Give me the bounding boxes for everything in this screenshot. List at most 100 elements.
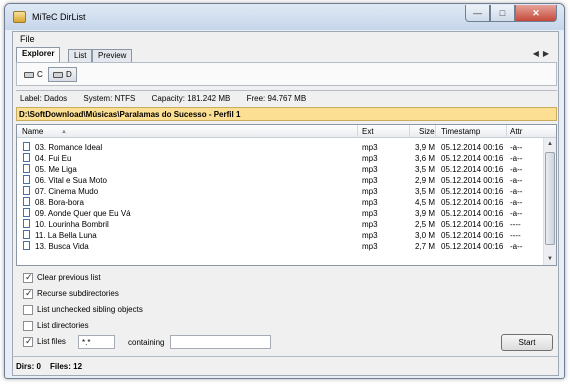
file-icon xyxy=(23,164,30,173)
tab-list[interactable]: List xyxy=(68,49,93,62)
menu-bar: File xyxy=(13,32,558,46)
table-row[interactable]: 03. Romance Ideal mp3 3,9 M 05.12.2014 00:1… xyxy=(17,142,544,153)
cell-timestamp: 05.12.2014 00:16 xyxy=(441,143,504,152)
minimize-button[interactable]: — xyxy=(465,5,490,22)
close-icon: ✕ xyxy=(532,7,540,18)
tab-strip: Explorer List Preview ◀▶ xyxy=(13,47,558,62)
tab-explorer[interactable]: Explorer xyxy=(16,47,61,62)
column-attr[interactable]: Attr xyxy=(510,127,522,136)
cell-timestamp: 05.12.2014 00:16 xyxy=(441,242,504,251)
tab-scroll-right-icon[interactable]: ▶ xyxy=(543,49,553,58)
cell-name: 10. Lourinha Bombril xyxy=(35,220,109,229)
menu-file[interactable]: File xyxy=(20,34,35,44)
cell-ext: mp3 xyxy=(362,143,378,152)
option-list-directories[interactable]: List directories xyxy=(23,320,89,331)
file-mask-input[interactable]: *.* xyxy=(78,335,115,349)
option-list-unchecked-siblings[interactable]: List unchecked sibling objects xyxy=(23,304,143,315)
option-clear-previous-list[interactable]: Clear previous list xyxy=(23,272,101,283)
option-label: Clear previous list xyxy=(37,273,101,282)
column-ext[interactable]: Ext xyxy=(362,127,374,136)
checkbox[interactable] xyxy=(23,320,33,331)
drive-button-c[interactable]: C xyxy=(19,67,48,82)
client-area: File Explorer List Preview ◀▶ C D Label:… xyxy=(12,31,559,376)
file-icon xyxy=(23,241,30,250)
drive-bar: C D xyxy=(16,62,557,86)
cell-size: 3,5 M xyxy=(415,187,436,196)
cell-timestamp: 05.12.2014 00:16 xyxy=(441,231,504,240)
checkbox[interactable] xyxy=(23,272,33,283)
start-button[interactable]: Start xyxy=(501,334,553,351)
tab-preview[interactable]: Preview xyxy=(92,49,133,62)
checkbox[interactable] xyxy=(23,304,33,315)
option-list-files[interactable]: List files xyxy=(23,336,66,347)
sort-ascending-icon: ▲ xyxy=(61,129,67,135)
window-title: MiTeC DirList xyxy=(32,12,86,22)
option-recurse-subdirectories[interactable]: Recurse subdirectories xyxy=(23,288,119,299)
cell-attr: ---- xyxy=(510,231,521,240)
cell-name: 13. Busca Vida xyxy=(35,242,89,251)
table-row[interactable]: 08. Bora-bora mp3 4,5 M 05.12.2014 00:16 -a-… xyxy=(17,197,544,208)
cell-size: 3,6 M xyxy=(415,154,436,163)
cell-size: 4,5 M xyxy=(415,198,436,207)
tab-scroll-arrows: ◀▶ xyxy=(533,49,553,58)
table-row[interactable]: 09. Aonde Quer que Eu Vá mp3 3,9 M 05.12.20… xyxy=(17,208,544,219)
status-dirs: Dirs: 0 xyxy=(16,362,41,371)
drive-label: C xyxy=(37,70,43,79)
cell-ext: mp3 xyxy=(362,209,378,218)
divider xyxy=(16,90,557,91)
scroll-up-icon[interactable]: ▲ xyxy=(544,138,556,150)
file-list[interactable]: Name ▲ Ext Size Timestamp Attr 03. Roman… xyxy=(16,124,557,266)
column-separator[interactable] xyxy=(506,125,507,138)
table-row[interactable]: 11. La Bella Luna mp3 3,0 M 05.12.2014 00:1… xyxy=(17,230,544,241)
column-name[interactable]: Name xyxy=(22,127,43,136)
file-icon xyxy=(23,175,30,184)
list-scrollbar[interactable]: ▲ ▼ xyxy=(543,138,556,265)
drive-button-d[interactable]: D xyxy=(48,67,77,82)
cell-attr: -a-- xyxy=(510,198,523,207)
title-bar[interactable]: MiTeC DirList — □ ✕ xyxy=(5,4,564,30)
column-separator[interactable] xyxy=(357,125,358,138)
close-button[interactable]: ✕ xyxy=(515,5,557,22)
checkbox[interactable] xyxy=(23,288,33,299)
table-row[interactable]: 05. Me Liga mp3 3,5 M 05.12.2014 00:16 -a-- xyxy=(17,164,544,175)
table-row[interactable]: 06. Vital e Sua Moto mp3 2,9 M 05.12.2014 0… xyxy=(17,175,544,186)
file-icon xyxy=(23,219,30,228)
containing-input[interactable] xyxy=(170,335,271,349)
file-icon xyxy=(23,197,30,206)
table-row[interactable]: 07. Cinema Mudo mp3 3,5 M 05.12.2014 00:16-… xyxy=(17,186,544,197)
drive-icon xyxy=(24,71,34,78)
scroll-thumb[interactable] xyxy=(545,152,555,245)
column-separator[interactable] xyxy=(435,125,436,138)
cell-timestamp: 05.12.2014 00:16 xyxy=(441,187,504,196)
drive-icon xyxy=(53,71,63,78)
cell-name: 09. Aonde Quer que Eu Vá xyxy=(35,209,131,218)
cell-name: 08. Bora-bora xyxy=(35,198,84,207)
table-row[interactable]: 13. Busca Vida mp3 2,7 M 05.12.2014 00:16 -a… xyxy=(17,241,544,252)
file-icon xyxy=(23,142,30,151)
table-row[interactable]: 04. Fui Eu mp3 3,6 M 05.12.2014 00:16 -a-- xyxy=(17,153,544,164)
list-header: Name ▲ Ext Size Timestamp Attr xyxy=(17,125,556,138)
cell-attr: -a-- xyxy=(510,242,523,251)
cell-name: 05. Me Liga xyxy=(35,165,77,174)
maximize-button[interactable]: □ xyxy=(490,5,515,22)
cell-timestamp: 05.12.2014 00:16 xyxy=(441,220,504,229)
app-icon xyxy=(13,11,26,23)
cell-ext: mp3 xyxy=(362,198,378,207)
cell-timestamp: 05.12.2014 00:16 xyxy=(441,198,504,207)
tab-scroll-left-icon[interactable]: ◀ xyxy=(533,49,543,58)
window-controls: — □ ✕ xyxy=(465,5,557,22)
column-timestamp[interactable]: Timestamp xyxy=(441,127,480,136)
cell-attr: -a-- xyxy=(510,143,523,152)
cell-timestamp: 05.12.2014 00:16 xyxy=(441,209,504,218)
option-label: List directories xyxy=(37,321,89,330)
scroll-down-icon[interactable]: ▼ xyxy=(544,253,556,265)
status-bar: Dirs: 0 Files: 12 xyxy=(13,356,558,375)
column-separator[interactable] xyxy=(409,125,410,138)
table-row[interactable]: 10. Lourinha Bombril mp3 2,5 M 05.12.2014 0… xyxy=(17,219,544,230)
column-size[interactable]: Size xyxy=(419,127,435,136)
file-icon xyxy=(23,208,30,217)
current-path: D:\SoftDownload\Músicas\Paralamas do Suc… xyxy=(16,107,557,121)
cell-name: 03. Romance Ideal xyxy=(35,143,103,152)
checkbox[interactable] xyxy=(23,336,33,347)
cell-ext: mp3 xyxy=(362,187,378,196)
